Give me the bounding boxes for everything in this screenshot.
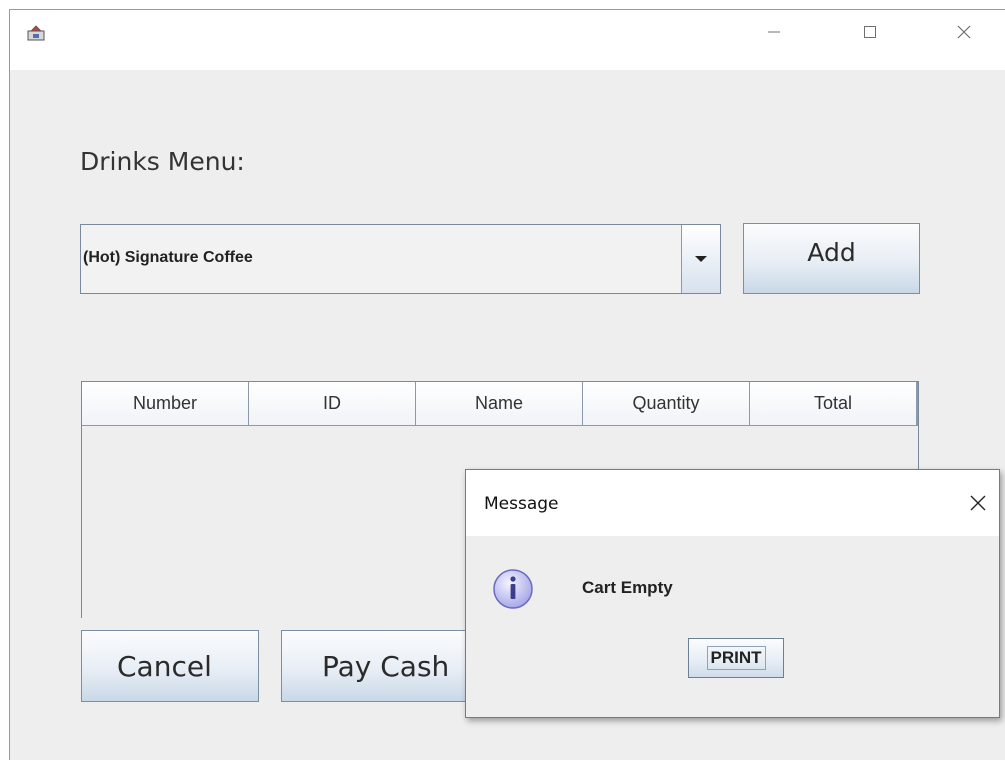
cart-table-header: Number ID Name Quantity Total — [82, 382, 918, 426]
cancel-button[interactable]: Cancel — [81, 630, 259, 702]
maximize-icon[interactable] — [847, 10, 893, 54]
column-header-total[interactable]: Total — [750, 382, 918, 425]
dialog-titlebar: Message — [466, 470, 999, 536]
main-window: Drinks Menu: (Hot) Signature Coffee Add … — [9, 9, 1005, 760]
dialog-title: Message — [484, 494, 559, 514]
column-header-number[interactable]: Number — [82, 382, 249, 425]
dialog-message: Cart Empty — [582, 578, 673, 597]
column-header-id[interactable]: ID — [249, 382, 416, 425]
drink-select-value: (Hot) Signature Coffee — [83, 249, 253, 266]
print-button[interactable]: PRINT — [688, 638, 784, 678]
pay-cash-button[interactable]: Pay Cash — [281, 630, 481, 702]
drinks-menu-label: Drinks Menu: — [80, 147, 245, 176]
close-icon[interactable] — [941, 10, 987, 54]
drink-select[interactable]: (Hot) Signature Coffee — [80, 224, 721, 294]
add-button[interactable]: Add — [743, 223, 920, 294]
info-icon — [493, 569, 533, 609]
java-app-icon — [27, 25, 45, 41]
dialog-close-icon[interactable] — [963, 488, 993, 518]
print-button-label: PRINT — [706, 646, 766, 670]
message-dialog: Message Cart Empty PRINT — [465, 469, 1000, 718]
column-header-quantity[interactable]: Quantity — [583, 382, 750, 425]
chevron-down-icon[interactable] — [681, 225, 720, 293]
minimize-icon[interactable] — [751, 10, 797, 54]
column-header-name[interactable]: Name — [416, 382, 583, 425]
window-titlebar — [10, 10, 1005, 70]
